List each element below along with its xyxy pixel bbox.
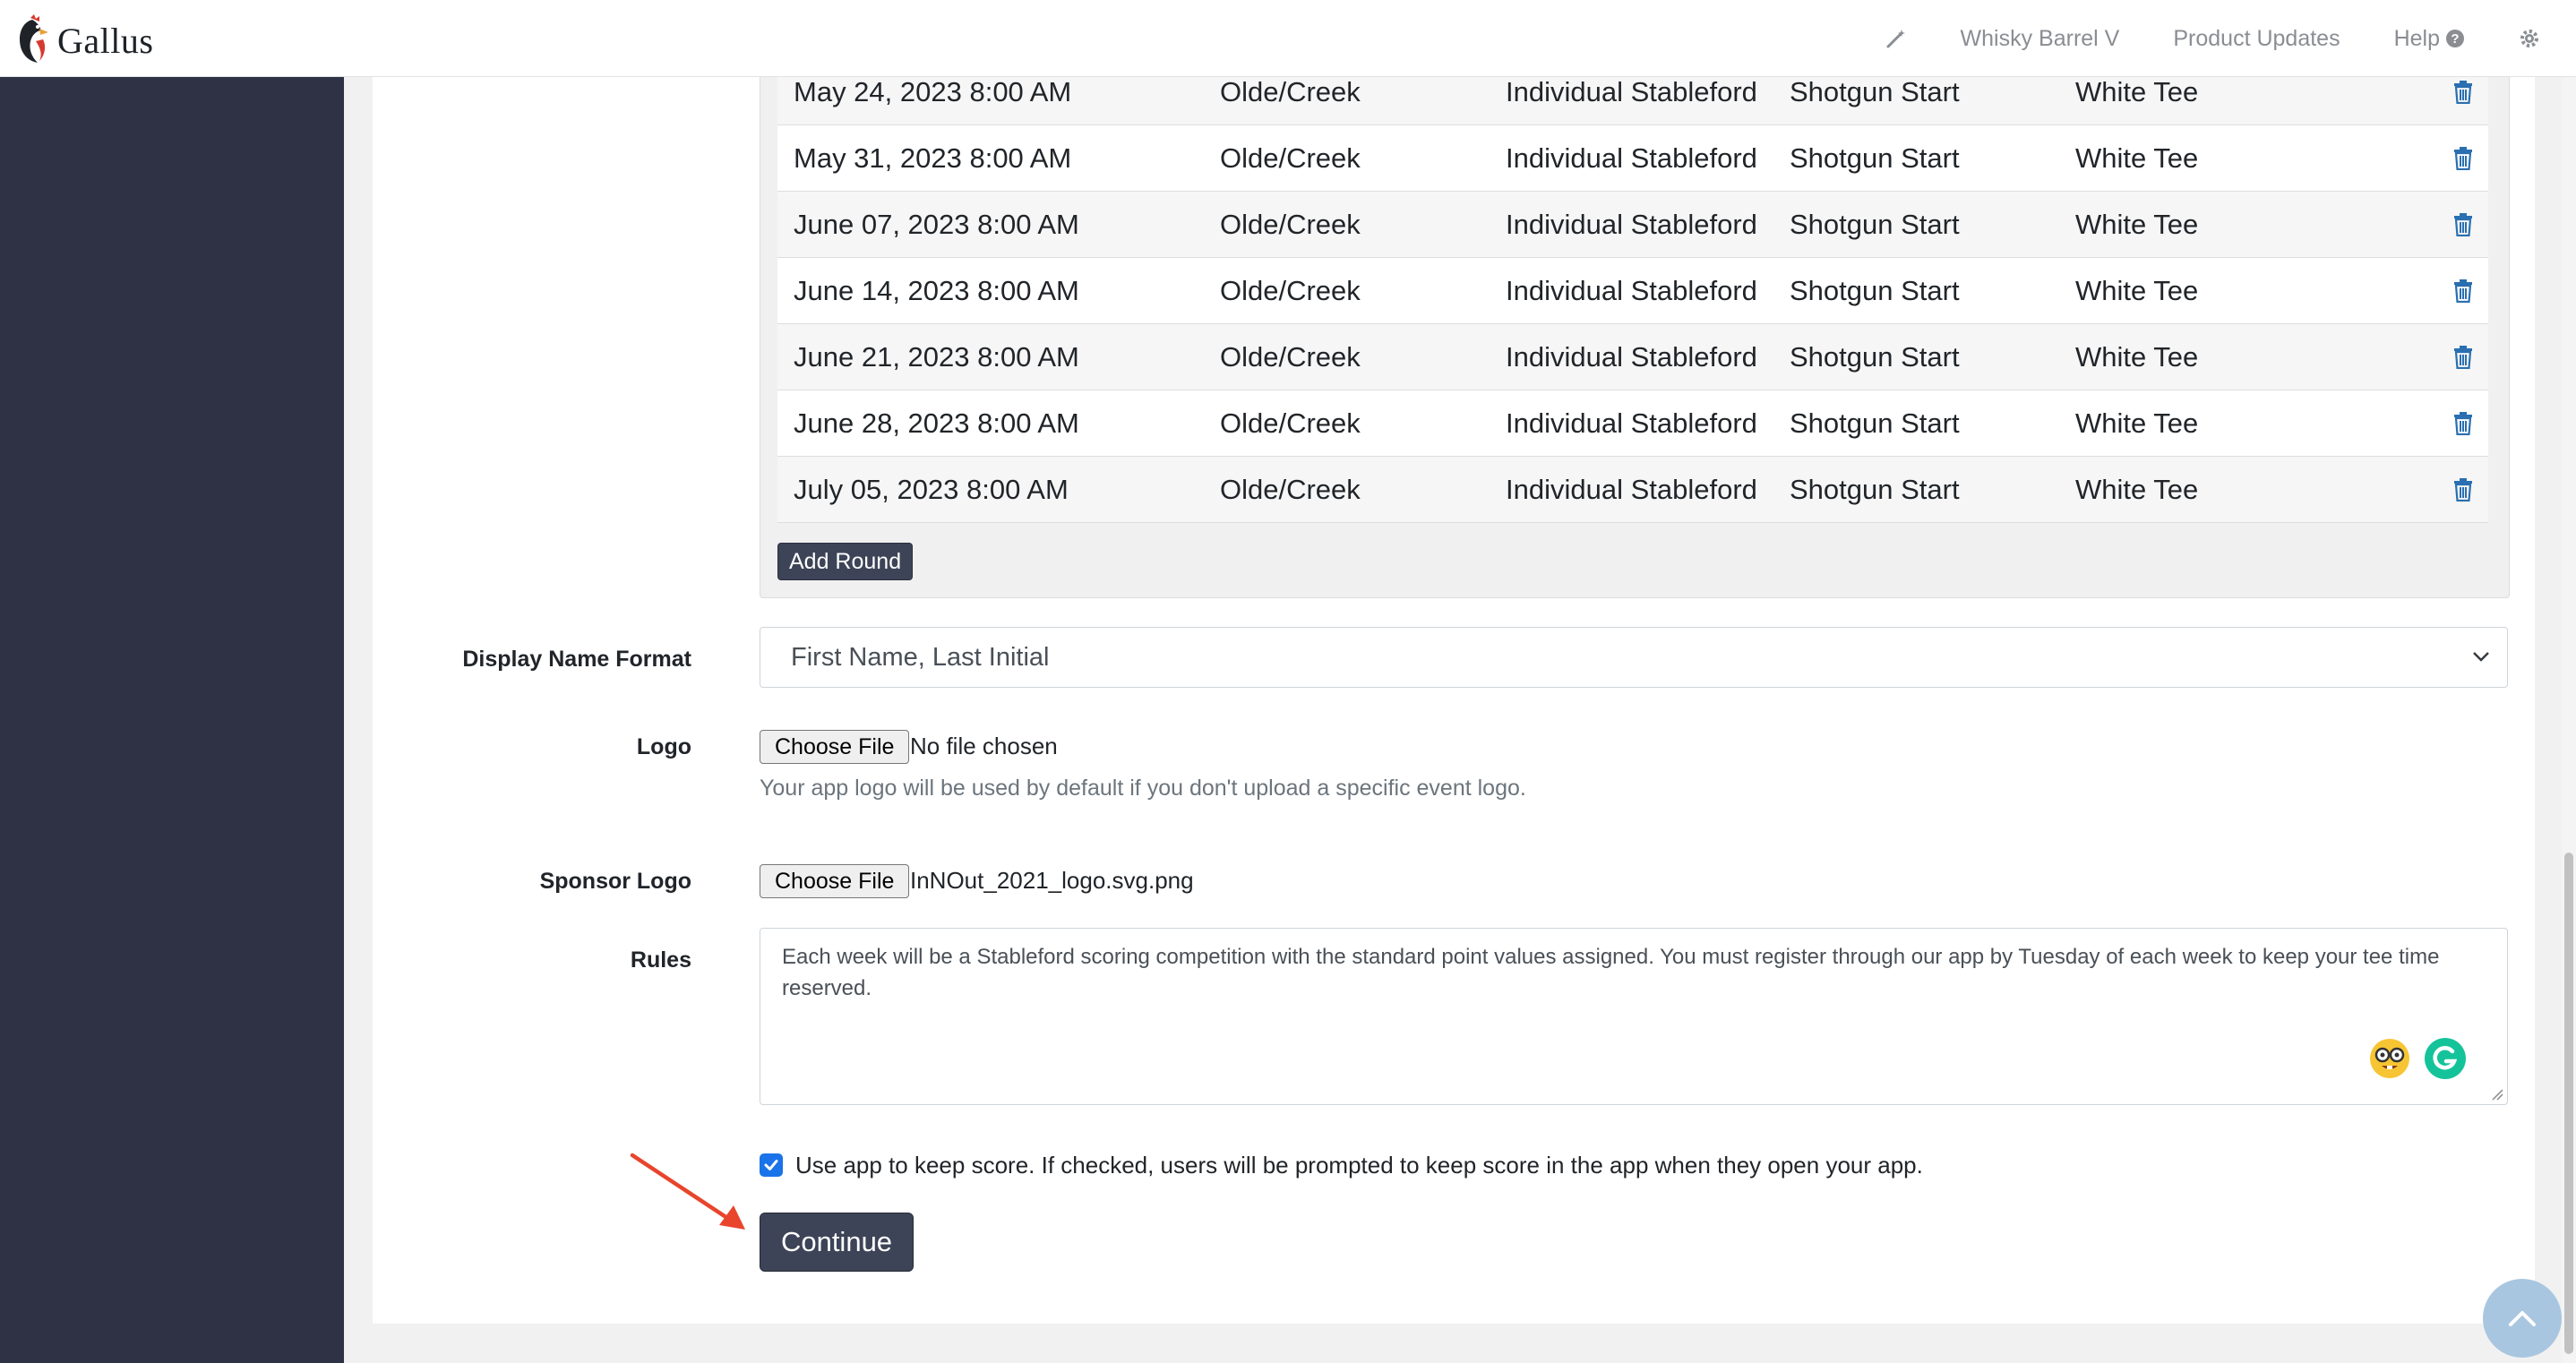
round-start-type: Shotgun Start <box>1790 473 1960 505</box>
round-date: June 14, 2023 8:00 AM <box>794 274 1079 306</box>
round-tee: White Tee <box>2075 141 2199 174</box>
rules-text: Each week will be a Stableford scoring c… <box>782 945 2440 1000</box>
round-course: Olde/Creek <box>1220 473 1361 505</box>
display-name-format-label: Display Name Format <box>462 647 691 672</box>
round-date: June 28, 2023 8:00 AM <box>794 407 1079 439</box>
top-nav-links: Whisky Barrel V Product Updates Help ? <box>1832 0 2540 77</box>
round-row: May 31, 2023 8:00 AM Olde/Creek Individual… <box>777 125 2488 192</box>
round-course: Olde/Creek <box>1220 407 1361 439</box>
rules-textarea[interactable]: Each week will be a Stableford scoring c… <box>760 928 2508 1105</box>
top-navbar: Gallus Whisky Barrel V Product Updates H… <box>0 0 2576 77</box>
resize-grip-icon[interactable] <box>2489 1086 2503 1101</box>
logo-file-name: No file chosen <box>910 733 1058 759</box>
trash-icon[interactable] <box>2452 279 2474 303</box>
help-label: Help <box>2393 25 2440 51</box>
round-row: July 05, 2023 8:00 AM Olde/Creek Individua… <box>777 457 2488 523</box>
product-updates-link[interactable]: Product Updates <box>2173 26 2340 52</box>
logo-label: Logo <box>636 734 691 759</box>
round-format: Individual Stableford <box>1506 407 1757 439</box>
trash-icon[interactable] <box>2452 213 2474 236</box>
sponsor-logo-label: Sponsor Logo <box>539 869 691 894</box>
sponsor-logo-file-name: InNOut_2021_logo.svg.png <box>910 867 1194 894</box>
round-course: Olde/Creek <box>1220 208 1361 240</box>
round-date: June 07, 2023 8:00 AM <box>794 208 1079 240</box>
round-tee: White Tee <box>2075 75 2199 107</box>
help-link[interactable]: Help ? <box>2394 26 2465 52</box>
logo-help-text: Your app logo will be used by default if… <box>760 776 1526 801</box>
keep-score-label[interactable]: Use app to keep score. If checked, users… <box>795 1152 1923 1179</box>
magic-wand-icon <box>1886 30 1905 48</box>
checkmark-icon <box>764 1160 778 1170</box>
logo-rooster-icon <box>20 14 48 63</box>
round-format: Individual Stableford <box>1506 274 1757 306</box>
display-name-format-value: First Name, Last Initial <box>791 642 1050 672</box>
trash-icon[interactable] <box>2452 81 2474 104</box>
round-row: June 28, 2023 8:00 AM Olde/Creek Individua… <box>777 390 2488 457</box>
round-start-type: Shotgun Start <box>1790 407 1960 439</box>
round-start-type: Shotgun Start <box>1790 340 1960 373</box>
trash-icon[interactable] <box>2452 412 2474 435</box>
grammarly-icon[interactable] <box>2424 1037 2467 1080</box>
svg-text:?: ? <box>2451 31 2459 47</box>
round-format: Individual Stableford <box>1506 208 1757 240</box>
app-logo[interactable]: Gallus <box>13 14 153 66</box>
round-row: June 21, 2023 8:00 AM Olde/Creek Individua… <box>777 324 2488 390</box>
rounds-table: May 24, 2023 8:00 AM Olde/Creek Individual… <box>777 59 2488 523</box>
app-name: Gallus <box>57 20 154 61</box>
round-start-type: Shotgun Start <box>1790 75 1960 107</box>
round-course: Olde/Creek <box>1220 75 1361 107</box>
sponsor-logo-choose-file-button[interactable]: Choose File <box>760 864 910 898</box>
display-name-format-select[interactable]: First Name, Last Initial <box>760 627 2508 688</box>
round-format: Individual Stableford <box>1506 473 1757 505</box>
red-annotation-arrow <box>630 1153 745 1230</box>
round-date: June 21, 2023 8:00 AM <box>794 340 1079 373</box>
gear-icon <box>2520 30 2538 47</box>
magic-wand-button[interactable] <box>1885 28 1907 49</box>
keep-score-checkbox[interactable] <box>760 1153 783 1177</box>
trash-icon[interactable] <box>2452 478 2474 501</box>
round-start-type: Shotgun Start <box>1790 208 1960 240</box>
round-course: Olde/Creek <box>1220 274 1361 306</box>
page-scrollbar-thumb[interactable] <box>2564 853 2573 1354</box>
round-tee: White Tee <box>2075 340 2199 373</box>
question-circle-icon: ? <box>2446 30 2464 47</box>
chevron-down-icon <box>2473 652 2489 662</box>
add-round-button[interactable]: Add Round <box>777 543 914 580</box>
logo-choose-file-button[interactable]: Choose File <box>760 730 910 764</box>
trash-icon[interactable] <box>2452 346 2474 369</box>
round-course: Olde/Creek <box>1220 340 1361 373</box>
round-date: July 05, 2023 8:00 AM <box>794 473 1069 505</box>
round-tee: White Tee <box>2075 208 2199 240</box>
rules-label: Rules <box>630 947 691 973</box>
event-name-link[interactable]: Whisky Barrel V <box>1961 26 2120 52</box>
round-course: Olde/Creek <box>1220 141 1361 174</box>
round-format: Individual Stableford <box>1506 141 1757 174</box>
arrow-up-icon <box>2509 1311 2536 1326</box>
round-date: May 24, 2023 8:00 AM <box>794 75 1072 107</box>
trash-icon[interactable] <box>2452 147 2474 170</box>
round-date: May 31, 2023 8:00 AM <box>794 141 1072 174</box>
settings-button[interactable] <box>2519 28 2540 49</box>
sidebar <box>0 77 344 1363</box>
round-row: June 07, 2023 8:00 AM Olde/Creek Individua… <box>777 192 2488 258</box>
round-tee: White Tee <box>2075 473 2199 505</box>
round-tee: White Tee <box>2075 274 2199 306</box>
round-format: Individual Stableford <box>1506 75 1757 107</box>
round-start-type: Shotgun Start <box>1790 141 1960 174</box>
round-tee: White Tee <box>2075 407 2199 439</box>
round-format: Individual Stableford <box>1506 340 1757 373</box>
continue-button[interactable]: Continue <box>760 1213 914 1272</box>
round-row: June 14, 2023 8:00 AM Olde/Creek Individua… <box>777 258 2488 324</box>
emoji-nerd-icon[interactable] <box>2368 1037 2411 1080</box>
round-start-type: Shotgun Start <box>1790 274 1960 306</box>
scroll-to-top-button[interactable] <box>2483 1279 2562 1358</box>
